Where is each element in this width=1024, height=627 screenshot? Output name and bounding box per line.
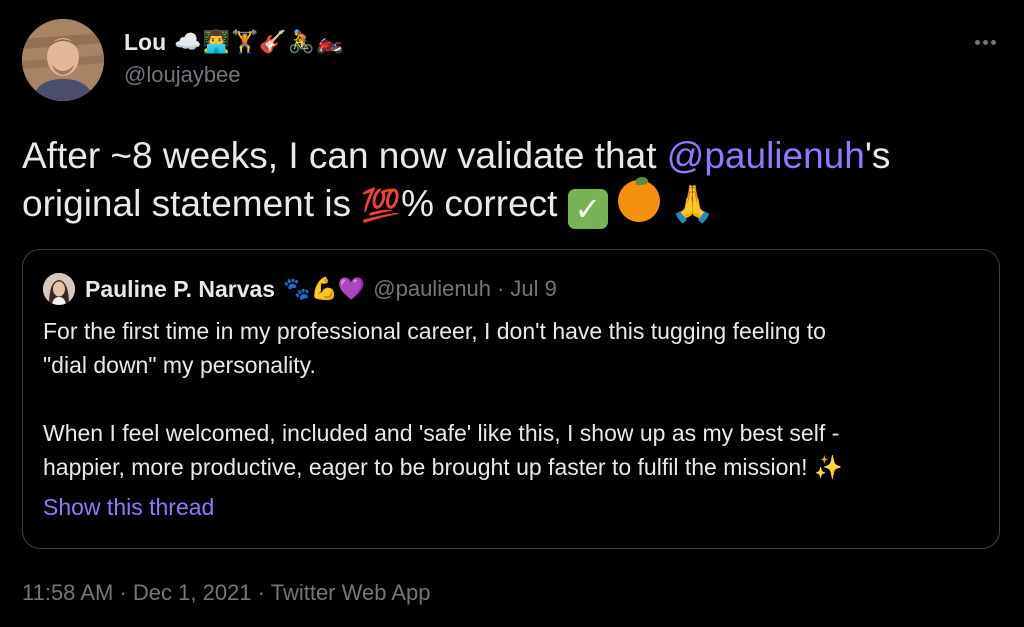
author-info: Lou ☁️👨‍💻🏋️🎸🚴🏍️ @loujaybee [124,26,345,88]
more-horizontal-icon-dot [990,39,996,45]
show-thread-link[interactable]: Show this thread [43,494,214,521]
author-name-row: Lou ☁️👨‍💻🏋️🎸🚴🏍️ [124,26,345,58]
quoted-tweet-card[interactable]: Pauline P. Narvas 🐾💪💜 @paulienuh · Jul 9… [22,249,1000,549]
author-name-emojis: ☁️👨‍💻🏋️🎸🚴🏍️ [174,29,345,55]
quoted-author-handle: @paulienuh [373,276,492,301]
quoted-separator: · [497,276,505,301]
quoted-text-line: "dial down" my personality. [43,352,316,378]
quoted-tweet-body: For the first time in my professional ca… [43,314,983,485]
quoted-author-emojis: 🐾💪💜 [283,276,366,302]
mention-link[interactable]: @paulienuh [667,135,865,176]
quoted-date: Jul 9 [510,276,557,301]
author-handle[interactable]: @loujaybee [124,62,345,88]
meta-separator: · [119,580,127,605]
quoted-author-name: Pauline P. Narvas [85,275,276,302]
more-horizontal-icon [974,39,980,45]
folded-hands-icon: 🙏 [670,184,716,225]
tweet-date[interactable]: Dec 1, 2021 [133,580,252,605]
sparkles-icon: ✨ [813,455,843,481]
quoted-text-line: happier, more productive, eager to be br… [43,450,983,485]
quoted-text-part: happier, more productive, eager to be br… [43,454,808,480]
tweet-text-part: 's [864,135,891,176]
orange-icon [618,177,660,222]
hundred-points-icon: 💯 [361,186,402,224]
meta-separator: · [257,580,265,605]
tweet: Lou ☁️👨‍💻🏋️🎸🚴🏍️ @loujaybee After ~8 week… [0,0,1024,627]
author-display-name[interactable]: Lou [124,29,166,56]
more-horizontal-icon-dot [982,39,988,45]
check-mark-icon: ✓ [567,189,608,229]
tweet-text-part: After ~8 weeks, I can now validate that [22,135,667,176]
tweet-time[interactable]: 11:58 AM [22,580,113,605]
quoted-author-avatar [43,273,75,305]
quoted-tweet-header: Pauline P. Narvas 🐾💪💜 @paulienuh · Jul 9 [43,272,557,306]
tweet-text: After ~8 weeks, I can now validate that … [22,132,1002,229]
tweet-text-part: original statement is [22,183,362,224]
tweet-text-part: % correct [401,183,568,224]
author-avatar[interactable] [22,19,104,101]
quoted-text-line: When I feel welcomed, included and 'safe… [43,420,840,446]
more-options-button[interactable] [968,28,1002,56]
tweet-source[interactable]: Twitter Web App [271,580,431,605]
tweet-metadata: 11:58 AM · Dec 1, 2021 · Twitter Web App [22,580,431,606]
quoted-text-line: For the first time in my professional ca… [43,318,826,344]
